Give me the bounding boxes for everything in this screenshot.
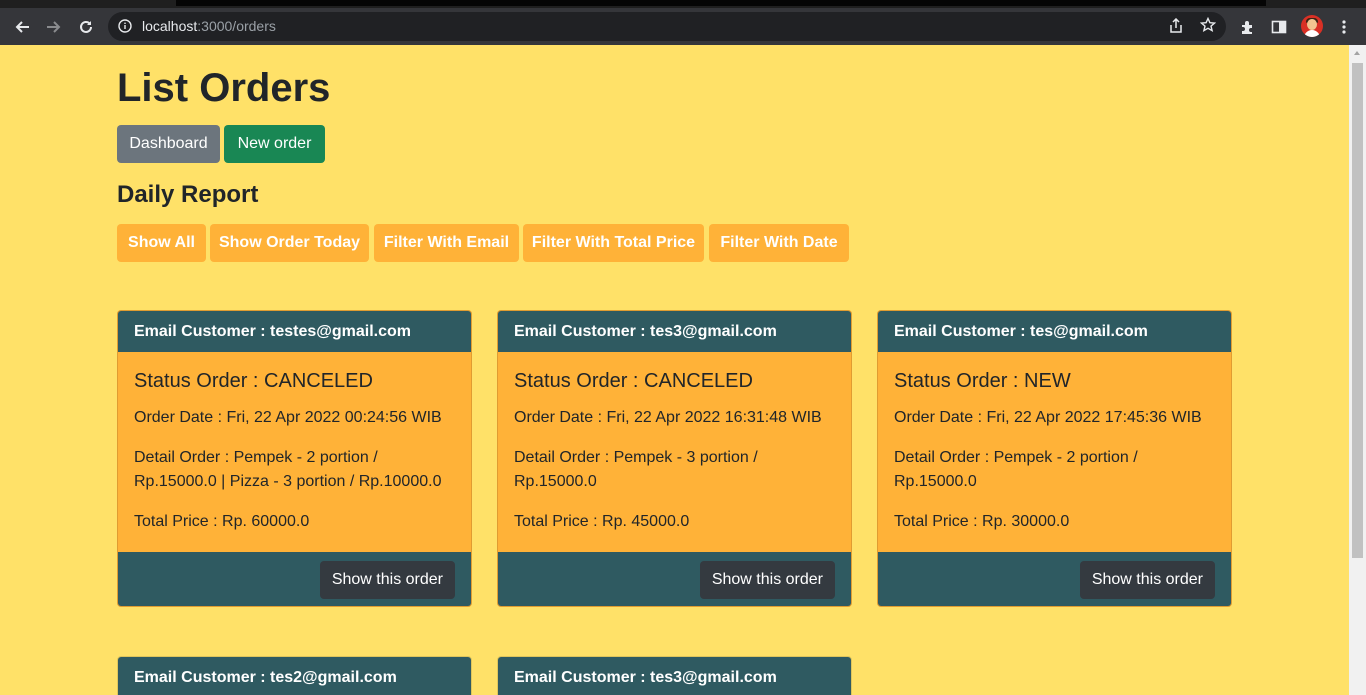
card-header-email: Email Customer : tes3@gmail.com: [498, 311, 851, 352]
card-footer: Show this order: [878, 552, 1231, 606]
order-total-price: Total Price : Rp. 30000.0: [894, 513, 1070, 530]
tab-strip: [0, 0, 1366, 8]
info-icon[interactable]: [118, 19, 132, 38]
page-title: List Orders: [117, 66, 331, 110]
order-card: Email Customer : tes@gmail.com Status Or…: [877, 310, 1232, 607]
filter-with-email-button[interactable]: Filter With Email: [374, 224, 519, 262]
tab-area: [176, 0, 1266, 6]
new-order-button[interactable]: New order: [224, 125, 325, 163]
back-arrow-icon[interactable]: [8, 13, 36, 41]
order-card: Email Customer : tes3@gmail.com: [497, 656, 852, 695]
card-header-email: Email Customer : tes3@gmail.com: [498, 657, 851, 695]
url-path: :3000/orders: [197, 18, 276, 34]
share-icon[interactable]: [1168, 17, 1184, 39]
card-body: Status Order : CANCELED Order Date : Fri…: [498, 352, 851, 552]
order-detail: Detail Order : Pempek - 2 portion / Rp.1…: [894, 449, 1138, 490]
filter-with-date-button[interactable]: Filter With Date: [709, 224, 849, 262]
order-card: Email Customer : testes@gmail.com Status…: [117, 310, 472, 607]
order-card: Email Customer : tes2@gmail.com: [117, 656, 472, 695]
avatar-shirt: [1304, 30, 1320, 37]
star-icon[interactable]: [1199, 16, 1217, 38]
show-order-button[interactable]: Show this order: [319, 561, 455, 599]
browser-toolbar: localhost:3000/orders: [0, 8, 1366, 45]
card-footer: Show this order: [118, 552, 471, 606]
order-date: Order Date : Fri, 22 Apr 2022 17:45:36 W…: [894, 409, 1202, 426]
reload-icon[interactable]: [72, 13, 100, 41]
card-header-email: Email Customer : testes@gmail.com: [118, 311, 471, 352]
avatar-face: [1307, 19, 1317, 30]
url-text: localhost:3000/orders: [142, 18, 276, 34]
forward-arrow-icon[interactable]: [40, 13, 68, 41]
card-body: Status Order : NEW Order Date : Fri, 22 …: [878, 352, 1231, 552]
avatar[interactable]: [1301, 15, 1323, 37]
scroll-up-arrow-icon[interactable]: [1354, 51, 1360, 55]
scrollbar-thumb[interactable]: [1352, 63, 1363, 558]
url-host: localhost: [142, 18, 198, 34]
menu-dots-icon[interactable]: [1330, 13, 1358, 41]
card-footer: Show this order: [498, 552, 851, 606]
card-header-email: Email Customer : tes@gmail.com: [878, 311, 1231, 352]
order-status: Status Order : CANCELED: [514, 370, 753, 392]
order-total-price: Total Price : Rp. 60000.0: [134, 513, 310, 530]
show-order-button[interactable]: Show this order: [699, 561, 835, 599]
order-status: Status Order : CANCELED: [134, 370, 373, 392]
order-date: Order Date : Fri, 22 Apr 2022 00:24:56 W…: [134, 409, 442, 426]
address-bar[interactable]: localhost:3000/orders: [108, 12, 1226, 41]
daily-report-heading: Daily Report: [117, 181, 259, 208]
order-status: Status Order : NEW: [894, 370, 1071, 392]
order-detail: Detail Order : Pempek - 3 portion / Rp.1…: [514, 449, 758, 490]
order-card: Email Customer : tes3@gmail.com Status O…: [497, 310, 852, 607]
order-total-price: Total Price : Rp. 45000.0: [514, 513, 690, 530]
filter-with-total-price-button[interactable]: Filter With Total Price: [523, 224, 704, 262]
extensions-icon[interactable]: [1234, 13, 1262, 41]
card-body: Status Order : CANCELED Order Date : Fri…: [118, 352, 471, 552]
card-header-email: Email Customer : tes2@gmail.com: [118, 657, 471, 695]
dashboard-button[interactable]: Dashboard: [117, 125, 220, 163]
show-order-button[interactable]: Show this order: [1079, 561, 1215, 599]
show-all-button[interactable]: Show All: [117, 224, 206, 262]
order-date: Order Date : Fri, 22 Apr 2022 16:31:48 W…: [514, 409, 822, 426]
show-order-today-button[interactable]: Show Order Today: [210, 224, 369, 262]
order-detail: Detail Order : Pempek - 2 portion / Rp.1…: [134, 449, 442, 490]
side-panel-icon[interactable]: [1265, 13, 1293, 41]
page-scrollbar[interactable]: [1349, 45, 1366, 695]
